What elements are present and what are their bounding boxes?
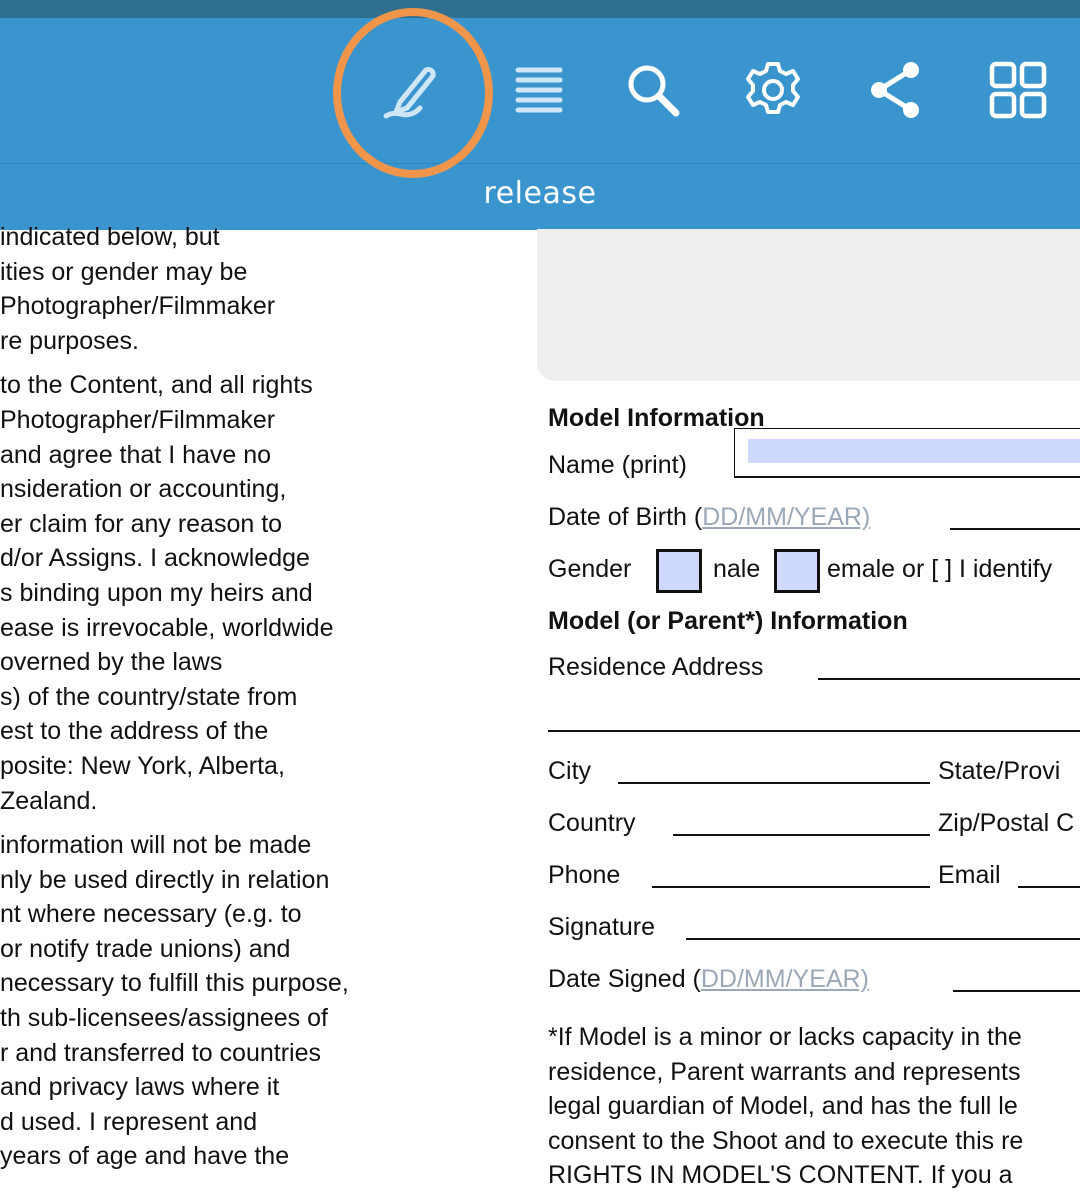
country-label: Country [548, 809, 636, 837]
release-text-line: and agree that I have no [0, 440, 272, 469]
release-text-line: r and transferred to countries [0, 1038, 321, 1067]
footnote-line: legal guardian of Model, and has the ful… [548, 1092, 1018, 1121]
release-text-line: Photographer/Filmmaker [0, 292, 276, 321]
email-underline[interactable] [1018, 886, 1080, 888]
city-label: City [548, 757, 592, 785]
release-text-line: overned by the laws [0, 648, 223, 677]
dob-label: Date of Birth (DD/MM/YEAR) [548, 503, 870, 532]
name-label: Name (print) [548, 451, 687, 479]
release-text-line: Photographer/Filmmaker [0, 405, 276, 434]
photo-placeholder [537, 229, 1080, 381]
release-text-column: indicated below, but ities or gender may … [0, 220, 420, 1174]
search-icon[interactable] [618, 55, 688, 125]
gender-female-checkbox[interactable] [774, 549, 820, 593]
release-text-line: nly be used directly in relation [0, 865, 330, 894]
residence-label: Residence Address [548, 653, 764, 681]
date-signed-hint: DD/MM/YEAR) [700, 965, 869, 993]
release-text-line: nsideration or accounting, [0, 475, 287, 504]
phone-label: Phone [548, 861, 621, 889]
signature-label: Signature [548, 913, 656, 941]
release-text-line: s binding upon my heirs and [0, 578, 313, 607]
release-text-line: ities or gender may be [0, 257, 248, 286]
footnote-line: consent to the Shoot and to execute this… [548, 1126, 1024, 1155]
release-text-line: d/or Assigns. I acknowledge [0, 544, 310, 573]
footnote-line: RIGHTS IN MODEL'S CONTENT. If you a [548, 1161, 1013, 1190]
gender-label: Gender [548, 555, 632, 583]
status-bar [0, 0, 1080, 18]
gender-female-label: emale or [ ] I identify [827, 555, 1053, 583]
phone-underline[interactable] [652, 886, 930, 888]
gender-male-checkbox[interactable] [656, 549, 702, 593]
model-info-heading: Model Information [548, 404, 765, 432]
grid-view-icon[interactable] [983, 55, 1053, 125]
date-signed-label: Date Signed (DD/MM/YEAR) [548, 965, 869, 994]
release-text-line: est to the address of the [0, 717, 269, 746]
release-text-line: ease is irrevocable, worldwide [0, 613, 334, 642]
release-text-line: information will not be made [0, 831, 312, 860]
release-text-line: Zealand. [0, 786, 98, 815]
parent-info-heading: Model (or Parent*) Information [548, 607, 908, 635]
residence-underline-1[interactable] [818, 678, 1080, 680]
release-text-line: and privacy laws where it [0, 1073, 280, 1102]
release-text-line: s) of the country/state from [0, 682, 298, 711]
footnote-line: *If Model is a minor or lacks capacity i… [548, 1023, 1022, 1051]
dob-label-text: Date of Birth ( [548, 503, 703, 531]
dob-hint: DD/MM/YEAR) [702, 503, 871, 531]
residence-underline-2[interactable] [548, 730, 1080, 732]
gender-male-label: nale [713, 555, 761, 583]
dob-underline[interactable] [950, 528, 1080, 530]
zip-label: Zip/Postal C [938, 809, 1075, 837]
settings-gear-icon[interactable] [738, 55, 808, 125]
city-underline[interactable] [618, 782, 930, 784]
release-text-line: d used. I represent and [0, 1107, 258, 1136]
date-signed-label-text: Date Signed ( [548, 965, 701, 993]
email-label: Email [938, 861, 1001, 889]
release-text-line: years of age and have the [0, 1142, 290, 1171]
parent-footnote: *If Model is a minor or lacks capacity i… [548, 1020, 1080, 1193]
footnote-line: residence, Parent warrants and represent… [548, 1057, 1021, 1086]
name-underline [734, 476, 1080, 478]
signature-underline[interactable] [686, 938, 1080, 940]
release-text-line: indicated below, but [0, 223, 220, 251]
release-text-line: th sub-licensees/assignees of [0, 1004, 328, 1033]
release-text-line: to the Content, and all rights [0, 371, 313, 400]
name-input-field[interactable] [748, 439, 1080, 463]
release-text-line: posite: New York, Alberta, [0, 751, 285, 780]
release-text-line: er claim for any reason to [0, 509, 283, 538]
date-signed-underline[interactable] [953, 990, 1080, 992]
release-text-line: necessary to fulfill this purpose, [0, 969, 349, 998]
share-icon[interactable] [860, 55, 930, 125]
document-title: release [483, 176, 597, 211]
release-text-line: re purposes. [0, 326, 139, 355]
list-icon[interactable] [503, 55, 573, 125]
release-text-line: nt where necessary (e.g. to [0, 900, 302, 929]
state-label: State/Provi [938, 757, 1061, 785]
release-text-line: or notify trade unions) and [0, 934, 291, 963]
country-underline[interactable] [673, 834, 930, 836]
highlight-ring [333, 8, 493, 178]
